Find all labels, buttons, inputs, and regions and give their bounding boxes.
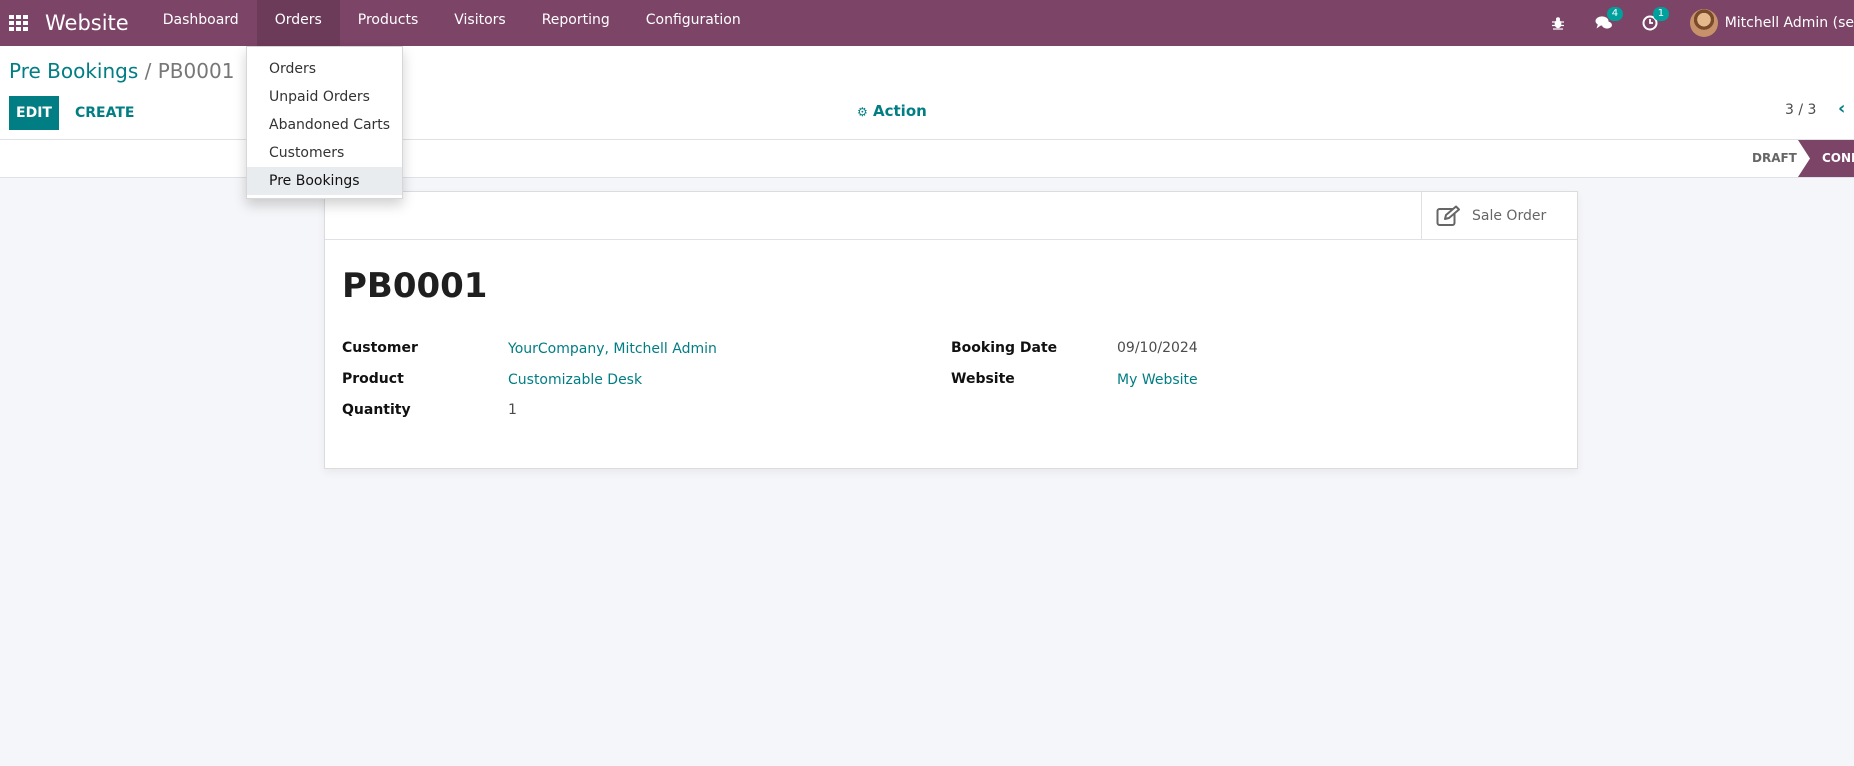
product-value[interactable]: Customizable Desk	[508, 372, 642, 388]
messages-badge: 4	[1606, 7, 1624, 21]
activities-clock-icon[interactable]: 1	[1634, 0, 1670, 46]
breadcrumb: Pre Bookings / PB0001	[9, 59, 234, 83]
top-navbar: Website Dashboard Orders Products Visito…	[0, 0, 1854, 46]
app-brand[interactable]: Website	[45, 11, 129, 35]
menu-item-reporting[interactable]: Reporting	[524, 0, 628, 46]
action-label: Action	[873, 102, 927, 120]
user-menu[interactable]: Mitchell Admin (se	[1689, 9, 1854, 37]
dropdown-item-customers[interactable]: Customers	[247, 139, 402, 167]
avatar	[1689, 9, 1718, 37]
website-value[interactable]: My Website	[1117, 372, 1198, 388]
quantity-value: 1	[508, 402, 517, 418]
smart-button-box: Sale Order	[325, 192, 1577, 240]
dropdown-item-unpaid-orders[interactable]: Unpaid Orders	[247, 83, 402, 111]
breadcrumb-separator: /	[138, 59, 158, 83]
create-button[interactable]: CREATE	[66, 96, 143, 130]
app-menu-grid-icon[interactable]	[9, 15, 29, 31]
action-menu-button[interactable]: ⚙ Action	[857, 102, 927, 120]
breadcrumb-pre-bookings[interactable]: Pre Bookings	[9, 59, 138, 83]
booking-date-value: 09/10/2024	[1117, 340, 1198, 356]
customer-value[interactable]: YourCompany, Mitchell Admin	[508, 341, 717, 357]
menu-item-products[interactable]: Products	[340, 0, 436, 46]
menu-item-visitors[interactable]: Visitors	[436, 0, 523, 46]
activities-badge: 1	[1652, 7, 1670, 21]
menu-item-configuration[interactable]: Configuration	[628, 0, 759, 46]
messages-chat-icon[interactable]: 4	[1588, 0, 1624, 46]
customer-label: Customer	[342, 340, 418, 356]
dropdown-item-abandoned-carts[interactable]: Abandoned Carts	[247, 111, 402, 139]
pager-value[interactable]: 3 / 3	[1785, 102, 1816, 118]
edit-pencil-icon	[1436, 205, 1460, 226]
dropdown-item-pre-bookings[interactable]: Pre Bookings	[247, 167, 402, 195]
sale-order-smart-button[interactable]: Sale Order	[1421, 192, 1577, 240]
edit-button[interactable]: EDIT	[9, 96, 59, 130]
form-sheet: Sale Order PB0001 Customer YourCompany, …	[324, 191, 1578, 469]
quantity-label: Quantity	[342, 402, 411, 418]
user-name: Mitchell Admin (se	[1724, 15, 1854, 31]
sale-order-label: Sale Order	[1472, 208, 1547, 224]
gear-icon: ⚙	[857, 105, 868, 119]
main-menu: Dashboard Orders Products Visitors Repor…	[145, 0, 759, 46]
pager-previous-chevron-left-icon[interactable]: ‹	[1838, 98, 1845, 119]
orders-dropdown-menu: Orders Unpaid Orders Abandoned Carts Cus…	[246, 46, 403, 199]
website-label: Website	[951, 371, 1015, 387]
systray: 4 1 Mitchell Admin (se	[1542, 0, 1854, 46]
booking-date-label: Booking Date	[951, 340, 1058, 356]
record-title: PB0001	[342, 266, 488, 306]
product-label: Product	[342, 371, 404, 387]
breadcrumb-current: PB0001	[157, 59, 235, 83]
menu-item-dashboard[interactable]: Dashboard	[145, 0, 257, 46]
dropdown-item-orders[interactable]: Orders	[247, 55, 402, 83]
debug-bug-icon[interactable]	[1542, 0, 1574, 46]
menu-item-orders[interactable]: Orders	[256, 0, 340, 46]
stage-draft[interactable]: DRAFT	[1740, 140, 1809, 177]
